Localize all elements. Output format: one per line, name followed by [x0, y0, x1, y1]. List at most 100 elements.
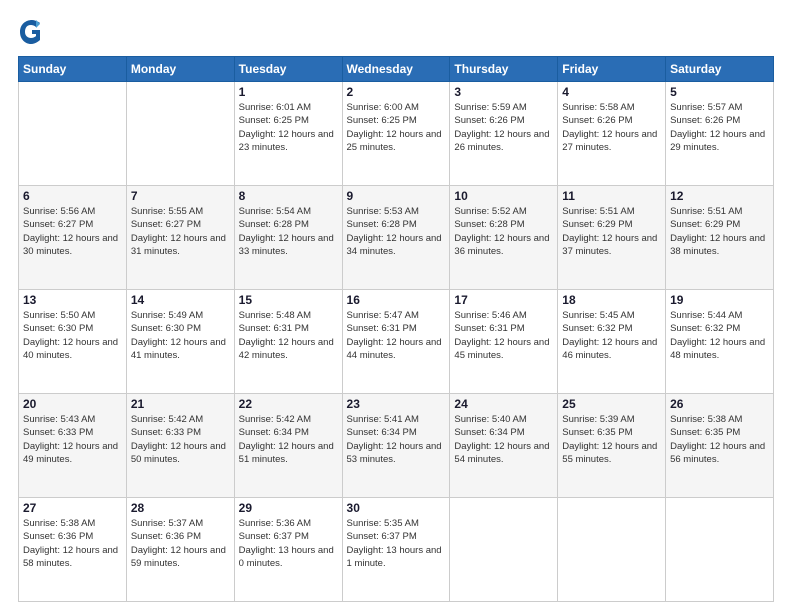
weekday-header: Sunday	[19, 57, 127, 82]
day-info: Sunrise: 5:43 AMSunset: 6:33 PMDaylight:…	[23, 413, 122, 466]
day-number: 10	[454, 189, 553, 203]
calendar-cell: 13 Sunrise: 5:50 AMSunset: 6:30 PMDayligh…	[19, 290, 127, 394]
calendar-week-row: 1 Sunrise: 6:01 AMSunset: 6:25 PMDaylight…	[19, 82, 774, 186]
day-number: 5	[670, 85, 769, 99]
calendar-header-row: SundayMondayTuesdayWednesdayThursdayFrid…	[19, 57, 774, 82]
day-number: 17	[454, 293, 553, 307]
day-info: Sunrise: 5:38 AMSunset: 6:35 PMDaylight:…	[670, 413, 769, 466]
calendar-cell: 21 Sunrise: 5:42 AMSunset: 6:33 PMDayligh…	[126, 394, 234, 498]
calendar-week-row: 27 Sunrise: 5:38 AMSunset: 6:36 PMDayligh…	[19, 498, 774, 602]
day-info: Sunrise: 5:51 AMSunset: 6:29 PMDaylight:…	[562, 205, 661, 258]
weekday-header: Saturday	[666, 57, 774, 82]
day-number: 7	[131, 189, 230, 203]
day-info: Sunrise: 6:01 AMSunset: 6:25 PMDaylight:…	[239, 101, 338, 154]
calendar-cell: 30 Sunrise: 5:35 AMSunset: 6:37 PMDayligh…	[342, 498, 450, 602]
day-info: Sunrise: 5:46 AMSunset: 6:31 PMDaylight:…	[454, 309, 553, 362]
day-info: Sunrise: 5:42 AMSunset: 6:33 PMDaylight:…	[131, 413, 230, 466]
day-number: 19	[670, 293, 769, 307]
calendar-cell: 17 Sunrise: 5:46 AMSunset: 6:31 PMDayligh…	[450, 290, 558, 394]
calendar-cell: 20 Sunrise: 5:43 AMSunset: 6:33 PMDayligh…	[19, 394, 127, 498]
calendar-cell: 1 Sunrise: 6:01 AMSunset: 6:25 PMDaylight…	[234, 82, 342, 186]
day-number: 6	[23, 189, 122, 203]
page: SundayMondayTuesdayWednesdayThursdayFrid…	[0, 0, 792, 612]
day-number: 1	[239, 85, 338, 99]
day-number: 18	[562, 293, 661, 307]
calendar-cell	[558, 498, 666, 602]
day-info: Sunrise: 5:59 AMSunset: 6:26 PMDaylight:…	[454, 101, 553, 154]
header	[18, 18, 774, 46]
day-number: 15	[239, 293, 338, 307]
calendar-cell: 7 Sunrise: 5:55 AMSunset: 6:27 PMDaylight…	[126, 186, 234, 290]
day-info: Sunrise: 6:00 AMSunset: 6:25 PMDaylight:…	[347, 101, 446, 154]
day-info: Sunrise: 5:36 AMSunset: 6:37 PMDaylight:…	[239, 517, 338, 570]
calendar-cell	[666, 498, 774, 602]
day-number: 20	[23, 397, 122, 411]
day-number: 11	[562, 189, 661, 203]
calendar-week-row: 6 Sunrise: 5:56 AMSunset: 6:27 PMDaylight…	[19, 186, 774, 290]
day-number: 3	[454, 85, 553, 99]
day-info: Sunrise: 5:44 AMSunset: 6:32 PMDaylight:…	[670, 309, 769, 362]
day-info: Sunrise: 5:56 AMSunset: 6:27 PMDaylight:…	[23, 205, 122, 258]
day-number: 12	[670, 189, 769, 203]
day-info: Sunrise: 5:35 AMSunset: 6:37 PMDaylight:…	[347, 517, 446, 570]
day-number: 29	[239, 501, 338, 515]
day-info: Sunrise: 5:38 AMSunset: 6:36 PMDaylight:…	[23, 517, 122, 570]
day-info: Sunrise: 5:58 AMSunset: 6:26 PMDaylight:…	[562, 101, 661, 154]
day-number: 16	[347, 293, 446, 307]
calendar-cell: 12 Sunrise: 5:51 AMSunset: 6:29 PMDayligh…	[666, 186, 774, 290]
day-number: 28	[131, 501, 230, 515]
day-number: 9	[347, 189, 446, 203]
day-number: 24	[454, 397, 553, 411]
calendar-cell: 15Sunrise: 5:48 AMSunset: 6:31 PMDayligh…	[234, 290, 342, 394]
day-info: Sunrise: 5:53 AMSunset: 6:28 PMDaylight:…	[347, 205, 446, 258]
calendar-cell: 25 Sunrise: 5:39 AMSunset: 6:35 PMDayligh…	[558, 394, 666, 498]
calendar-cell: 28 Sunrise: 5:37 AMSunset: 6:36 PMDayligh…	[126, 498, 234, 602]
calendar-week-row: 20 Sunrise: 5:43 AMSunset: 6:33 PMDayligh…	[19, 394, 774, 498]
day-info: Sunrise: 5:39 AMSunset: 6:35 PMDaylight:…	[562, 413, 661, 466]
calendar-cell: 6 Sunrise: 5:56 AMSunset: 6:27 PMDaylight…	[19, 186, 127, 290]
calendar-table: SundayMondayTuesdayWednesdayThursdayFrid…	[18, 56, 774, 602]
day-info: Sunrise: 5:54 AMSunset: 6:28 PMDaylight:…	[239, 205, 338, 258]
day-info: Sunrise: 5:55 AMSunset: 6:27 PMDaylight:…	[131, 205, 230, 258]
calendar-cell: 22 Sunrise: 5:42 AMSunset: 6:34 PMDayligh…	[234, 394, 342, 498]
day-number: 23	[347, 397, 446, 411]
calendar-cell: 8 Sunrise: 5:54 AMSunset: 6:28 PMDaylight…	[234, 186, 342, 290]
day-info: Sunrise: 5:42 AMSunset: 6:34 PMDaylight:…	[239, 413, 338, 466]
logo	[18, 18, 46, 46]
calendar-cell: 24 Sunrise: 5:40 AMSunset: 6:34 PMDayligh…	[450, 394, 558, 498]
day-number: 21	[131, 397, 230, 411]
calendar-cell: 27 Sunrise: 5:38 AMSunset: 6:36 PMDayligh…	[19, 498, 127, 602]
day-number: 8	[239, 189, 338, 203]
day-info: Sunrise: 5:57 AMSunset: 6:26 PMDaylight:…	[670, 101, 769, 154]
calendar-cell: 18 Sunrise: 5:45 AMSunset: 6:32 PMDayligh…	[558, 290, 666, 394]
day-number: 26	[670, 397, 769, 411]
day-number: 13	[23, 293, 122, 307]
calendar-cell: 11 Sunrise: 5:51 AMSunset: 6:29 PMDayligh…	[558, 186, 666, 290]
day-number: 22	[239, 397, 338, 411]
day-info: Sunrise: 5:51 AMSunset: 6:29 PMDaylight:…	[670, 205, 769, 258]
day-info: Sunrise: 5:45 AMSunset: 6:32 PMDaylight:…	[562, 309, 661, 362]
calendar-week-row: 13 Sunrise: 5:50 AMSunset: 6:30 PMDayligh…	[19, 290, 774, 394]
day-info: Sunrise: 5:37 AMSunset: 6:36 PMDaylight:…	[131, 517, 230, 570]
day-number: 2	[347, 85, 446, 99]
calendar-cell	[19, 82, 127, 186]
weekday-header: Wednesday	[342, 57, 450, 82]
weekday-header: Friday	[558, 57, 666, 82]
calendar-cell: 16 Sunrise: 5:47 AMSunset: 6:31 PMDayligh…	[342, 290, 450, 394]
calendar-cell: 5 Sunrise: 5:57 AMSunset: 6:26 PMDaylight…	[666, 82, 774, 186]
day-number: 4	[562, 85, 661, 99]
weekday-header: Thursday	[450, 57, 558, 82]
weekday-header: Tuesday	[234, 57, 342, 82]
calendar-cell: 2 Sunrise: 6:00 AMSunset: 6:25 PMDaylight…	[342, 82, 450, 186]
day-info: Sunrise: 5:40 AMSunset: 6:34 PMDaylight:…	[454, 413, 553, 466]
calendar-cell: 9 Sunrise: 5:53 AMSunset: 6:28 PMDaylight…	[342, 186, 450, 290]
weekday-header: Monday	[126, 57, 234, 82]
day-number: 25	[562, 397, 661, 411]
day-info: Sunrise: 5:52 AMSunset: 6:28 PMDaylight:…	[454, 205, 553, 258]
day-info: Sunrise: 5:50 AMSunset: 6:30 PMDaylight:…	[23, 309, 122, 362]
day-info: Sunrise: 5:47 AMSunset: 6:31 PMDaylight:…	[347, 309, 446, 362]
day-number: 27	[23, 501, 122, 515]
calendar-cell: 14Sunrise: 5:49 AMSunset: 6:30 PMDayligh…	[126, 290, 234, 394]
day-info: Sunrise: 5:41 AMSunset: 6:34 PMDaylight:…	[347, 413, 446, 466]
day-number: 30	[347, 501, 446, 515]
